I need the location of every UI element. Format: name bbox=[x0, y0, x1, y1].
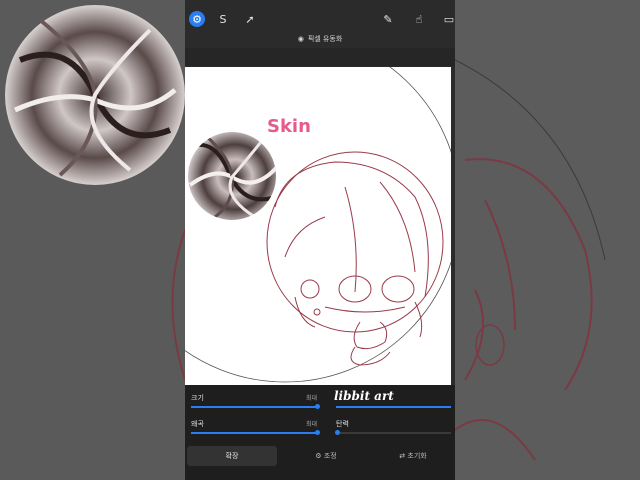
size-slider-track[interactable] bbox=[191, 406, 319, 408]
app-window: ⚙ S ➚ ✎ ☝ ▭ ◉ 픽셀 유동화 Skin 크기 최대 왜곡 최대 탄력… bbox=[185, 0, 455, 480]
distortion-max-label: 최대 bbox=[306, 421, 318, 428]
elasticity-slider-knob[interactable] bbox=[335, 430, 340, 435]
mode-title-label: 픽셀 유동화 bbox=[307, 35, 343, 43]
liquify-tabs: 확장 ⚙ 조정 ⇄ 초기화 bbox=[185, 446, 455, 466]
distortion-slider-knob[interactable] bbox=[315, 430, 320, 435]
tab-reset[interactable]: ⇄ 초기화 bbox=[371, 446, 455, 466]
canvas-artwork: Skin bbox=[185, 67, 451, 383]
elasticity-slider-track[interactable] bbox=[336, 432, 451, 434]
transform-tool-icon[interactable]: ➚ bbox=[242, 11, 258, 27]
canvas-top-margin bbox=[185, 48, 455, 66]
smudge-tool-icon[interactable]: ☝ bbox=[411, 11, 427, 27]
background-marble-left bbox=[5, 5, 186, 381]
top-toolbar: ⚙ S ➚ ✎ ☝ ▭ bbox=[185, 8, 455, 30]
background-left-panel bbox=[0, 0, 186, 480]
size-slider-knob[interactable] bbox=[315, 404, 320, 409]
elasticity-label: 탄력 bbox=[336, 420, 349, 428]
canvas-heading: Skin bbox=[267, 116, 311, 137]
selection-tool-icon[interactable]: S bbox=[215, 11, 231, 27]
watermark: libbit art bbox=[334, 389, 394, 403]
tab-adjust[interactable]: ⚙ 조정 bbox=[281, 446, 371, 466]
background-right-panel bbox=[454, 0, 640, 480]
tab-expand[interactable]: 확장 bbox=[187, 446, 277, 466]
size-label: 크기 bbox=[191, 394, 204, 402]
brush-tool-icon[interactable]: ✎ bbox=[380, 11, 396, 27]
size-max-label: 최대 bbox=[306, 395, 318, 402]
adjust-tool-icon[interactable]: ⚙ bbox=[189, 11, 205, 27]
reset-icon: ⇄ bbox=[399, 452, 408, 460]
adjust-icon: ⚙ bbox=[315, 452, 324, 460]
mode-title: ◉ 픽셀 유동화 bbox=[185, 30, 455, 48]
secondary-slider-track[interactable] bbox=[336, 406, 451, 408]
distortion-slider-track[interactable] bbox=[191, 432, 319, 434]
eraser-tool-icon[interactable]: ▭ bbox=[441, 11, 455, 27]
distortion-label: 왜곡 bbox=[191, 420, 204, 428]
liquify-icon: ◉ bbox=[297, 35, 304, 43]
drawing-canvas[interactable]: Skin bbox=[185, 67, 451, 385]
background-sketch-right bbox=[454, 59, 606, 461]
